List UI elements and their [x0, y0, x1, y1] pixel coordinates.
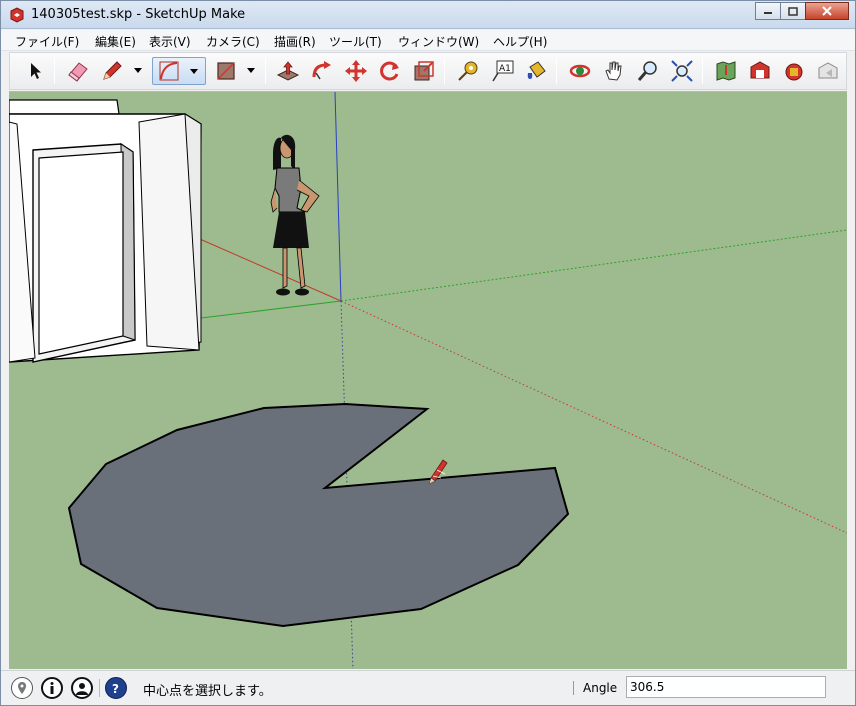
arc-tool-button[interactable] — [152, 57, 206, 85]
eraser-icon — [68, 62, 88, 82]
share-model-icon — [818, 62, 838, 79]
orbit-tool-button[interactable] — [566, 57, 594, 85]
blue-axis — [334, 92, 342, 302]
sketchup-logo-icon — [9, 7, 25, 23]
drawn-polygon-face — [67, 402, 570, 628]
extension-warehouse-tool-button[interactable] — [780, 57, 808, 85]
window-title: 140305test.skp - SketchUp Make — [31, 7, 246, 22]
menu-camera[interactable]: カメラ(C) — [206, 33, 260, 50]
pencil-tool-button[interactable] — [98, 57, 126, 85]
window-controls — [755, 2, 849, 22]
follow-me-icon — [312, 61, 331, 80]
orbit-icon — [569, 64, 591, 78]
main-toolbar: A1 — [9, 52, 847, 90]
sketchup-window: 140305test.skp - SketchUp Make ファイル(F) 編… — [0, 0, 856, 706]
minimize-button[interactable] — [755, 2, 781, 20]
title-bar: 140305test.skp - SketchUp Make — [1, 1, 855, 29]
move-icon — [345, 60, 367, 82]
extension-icon — [785, 63, 803, 81]
measurements-label: Angle — [583, 681, 618, 695]
pan-tool-button[interactable] — [600, 57, 628, 85]
rectangle-icon — [217, 62, 235, 80]
warehouse-icon — [750, 61, 770, 79]
select-arrow-icon — [31, 63, 41, 79]
svg-text:A1: A1 — [499, 64, 511, 74]
text-tool-button[interactable]: A1 — [488, 57, 516, 85]
3d-warehouse-tool-button[interactable] — [746, 57, 774, 85]
select-tool-button[interactable] — [22, 57, 50, 85]
3d-viewport[interactable] — [9, 91, 847, 669]
credits-info-icon[interactable] — [41, 677, 63, 699]
scale-icon — [414, 61, 434, 81]
zoom-extents-tool-button[interactable] — [668, 57, 696, 85]
rotate-icon — [380, 61, 399, 81]
text-label-icon: A1 — [492, 60, 514, 82]
tape-measure-icon — [458, 61, 478, 81]
scale-tool-button[interactable] — [410, 57, 438, 85]
rectangle-tool-button[interactable] — [212, 57, 240, 85]
person-figure — [270, 134, 320, 296]
eraser-tool-button[interactable] — [64, 57, 92, 85]
building-model — [9, 99, 202, 363]
maximize-button[interactable] — [780, 2, 806, 20]
zoom-magnifier-icon — [637, 61, 657, 81]
push-pull-tool-button[interactable] — [274, 57, 302, 85]
zoom-tool-button[interactable] — [634, 57, 662, 85]
pencil-icon — [103, 61, 122, 80]
menu-view[interactable]: 表示(V) — [149, 33, 191, 50]
pan-hand-icon — [605, 61, 622, 81]
menu-file[interactable]: ファイル(F) — [15, 33, 79, 50]
menu-help[interactable]: ヘルプ(H) — [493, 33, 547, 50]
geo-location-icon[interactable] — [11, 677, 33, 699]
follow-me-tool-button[interactable] — [308, 57, 336, 85]
status-bar: ? 中心点を選択します。 Angle 306.5 — [1, 670, 855, 705]
map-icon — [716, 61, 736, 81]
red-axis-negative — [192, 235, 342, 302]
share-model-tool-button[interactable] — [814, 57, 842, 85]
rectangle-dropdown-arrow[interactable] — [247, 68, 255, 73]
menu-window[interactable]: ウィンドウ(W) — [398, 33, 479, 50]
scene-canvas[interactable] — [9, 92, 847, 669]
user-account-icon[interactable] — [71, 677, 93, 699]
instructor-help-icon[interactable]: ? — [105, 677, 127, 699]
arc-dropdown-arrow[interactable] — [190, 69, 198, 74]
rotate-tool-button[interactable] — [376, 57, 404, 85]
add-location-tool-button[interactable] — [712, 57, 740, 85]
paint-bucket-icon — [527, 61, 546, 79]
push-pull-icon — [276, 61, 300, 81]
menu-edit[interactable]: 編集(E) — [95, 33, 136, 50]
green-axis-negative — [200, 300, 342, 319]
close-button[interactable] — [805, 2, 849, 20]
status-hint-text: 中心点を選択します。 — [143, 684, 272, 699]
paint-bucket-tool-button[interactable] — [522, 57, 550, 85]
tape-measure-tool-button[interactable] — [454, 57, 482, 85]
svg-text:?: ? — [112, 682, 119, 695]
pencil-dropdown-arrow[interactable] — [134, 68, 142, 73]
green-axis-positive — [340, 229, 847, 302]
move-tool-button[interactable] — [342, 57, 370, 85]
menu-bar: ファイル(F) 編集(E) 表示(V) カメラ(C) 描画(R) ツール(T) … — [1, 30, 855, 51]
menu-tools[interactable]: ツール(T) — [329, 33, 382, 50]
arc-icon — [159, 61, 179, 81]
measurements-input[interactable]: 306.5 — [626, 676, 826, 698]
zoom-extents-icon — [671, 60, 693, 82]
menu-draw[interactable]: 描画(R) — [274, 33, 316, 50]
